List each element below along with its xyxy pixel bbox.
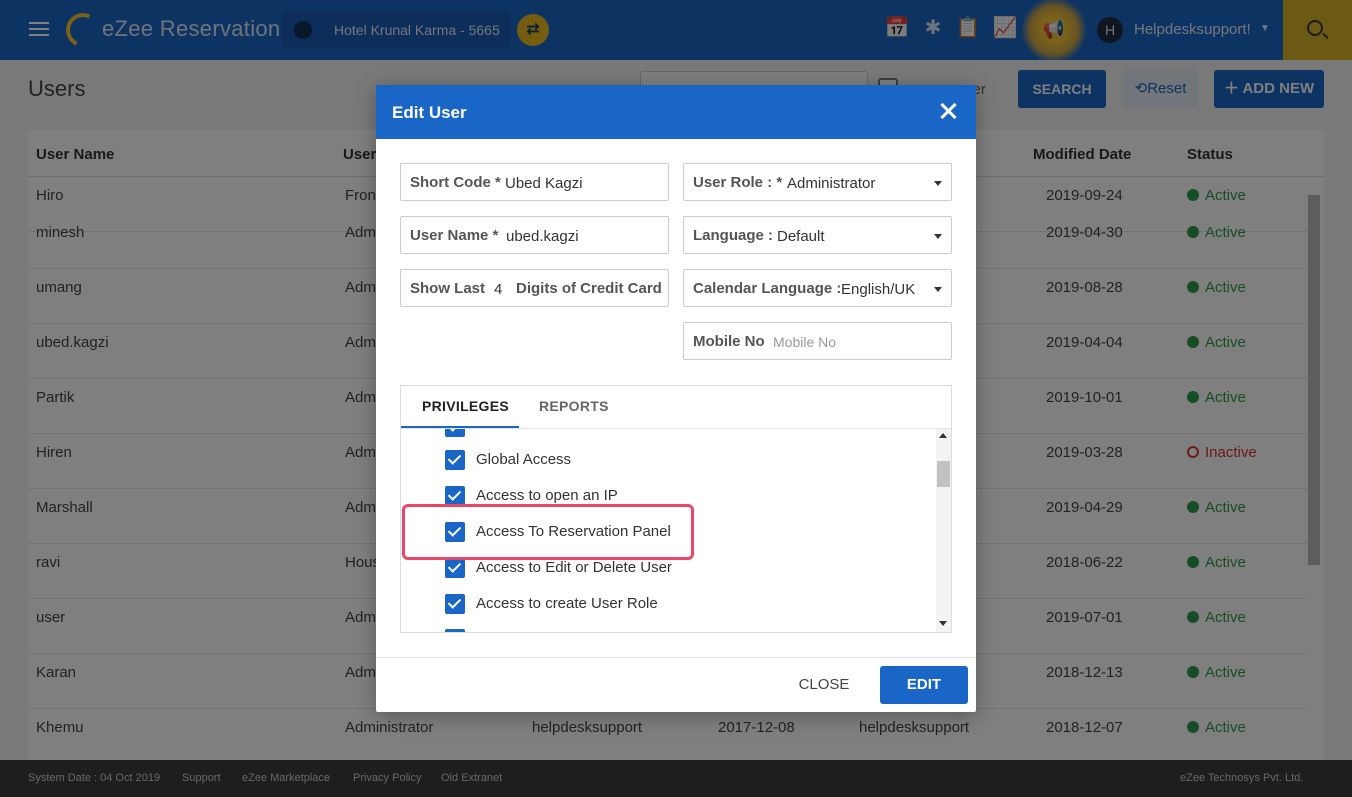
chevron-down-icon (934, 287, 942, 292)
privileges-scrollbar[interactable] (936, 429, 951, 632)
close-icon[interactable] (938, 101, 958, 121)
scroll-down-icon[interactable] (939, 621, 947, 626)
scroll-up-icon[interactable] (939, 433, 947, 438)
credit-card-digits-field: Show Last 4 Digits of Credit Card (400, 269, 669, 307)
language-select[interactable]: Language : Default (683, 216, 952, 254)
privilege-label[interactable]: Access to open an IP (476, 487, 618, 504)
mobile-no-input[interactable]: Mobile No (773, 334, 836, 350)
dialog-footer-divider (376, 657, 976, 658)
privilege-label[interactable]: Access to Edit or Delete User (476, 559, 672, 576)
privilege-checkbox[interactable] (445, 486, 465, 506)
user-role-value: Administrator (787, 175, 876, 192)
calendar-language-value: English/UK (841, 281, 916, 298)
privilege-checkbox[interactable] (445, 558, 465, 578)
chevron-down-icon (934, 181, 942, 186)
privilege-checkbox[interactable] (445, 429, 465, 437)
mobile-no-label: Mobile No (693, 333, 765, 350)
user-name-value: ubed.kagzi (506, 228, 579, 245)
chevron-down-icon (934, 234, 942, 239)
language-value: Default (777, 228, 825, 245)
short-code-value: Ubed Kagzi (505, 175, 583, 192)
mobile-no-field: Mobile No Mobile No (683, 322, 952, 360)
short-code-label: Short Code * (410, 174, 501, 191)
edit-user-dialog: Edit User Short Code * Ubed Kagzi User N… (376, 85, 976, 712)
highlight-box (402, 504, 694, 560)
privileges-scrollbar-thumb[interactable] (937, 461, 950, 487)
privilege-label[interactable]: Global Access (476, 451, 571, 468)
calendar-language-label: Calendar Language : (693, 280, 842, 297)
digits-suffix-label: Digits of Credit Card (516, 280, 662, 297)
show-last-label: Show Last (410, 280, 486, 297)
user-role-label: User Role : * (693, 174, 783, 191)
privilege-checkbox[interactable] (445, 594, 465, 614)
edit-button[interactable]: EDIT (880, 666, 968, 704)
language-label: Language : (693, 227, 774, 244)
tab-reports[interactable]: REPORTS (539, 398, 609, 414)
dialog-header: Edit User (376, 85, 976, 139)
close-button[interactable]: CLOSE (788, 666, 860, 704)
tab-privileges[interactable]: PRIVILEGES (422, 398, 509, 414)
privilege-checkbox[interactable] (445, 450, 465, 470)
calendar-language-select[interactable]: Calendar Language : English/UK (683, 269, 952, 307)
credit-card-digits-input[interactable]: 4 (494, 281, 502, 298)
short-code-field[interactable]: Short Code * Ubed Kagzi (400, 163, 669, 201)
user-name-label: User Name * (410, 227, 499, 244)
privilege-checkbox[interactable] (445, 629, 465, 632)
user-name-field[interactable]: User Name * ubed.kagzi (400, 216, 669, 254)
user-role-select[interactable]: User Role : * Administrator (683, 163, 952, 201)
dialog-title: Edit User (392, 103, 467, 122)
privilege-label[interactable]: Access to create User Role (476, 595, 658, 612)
